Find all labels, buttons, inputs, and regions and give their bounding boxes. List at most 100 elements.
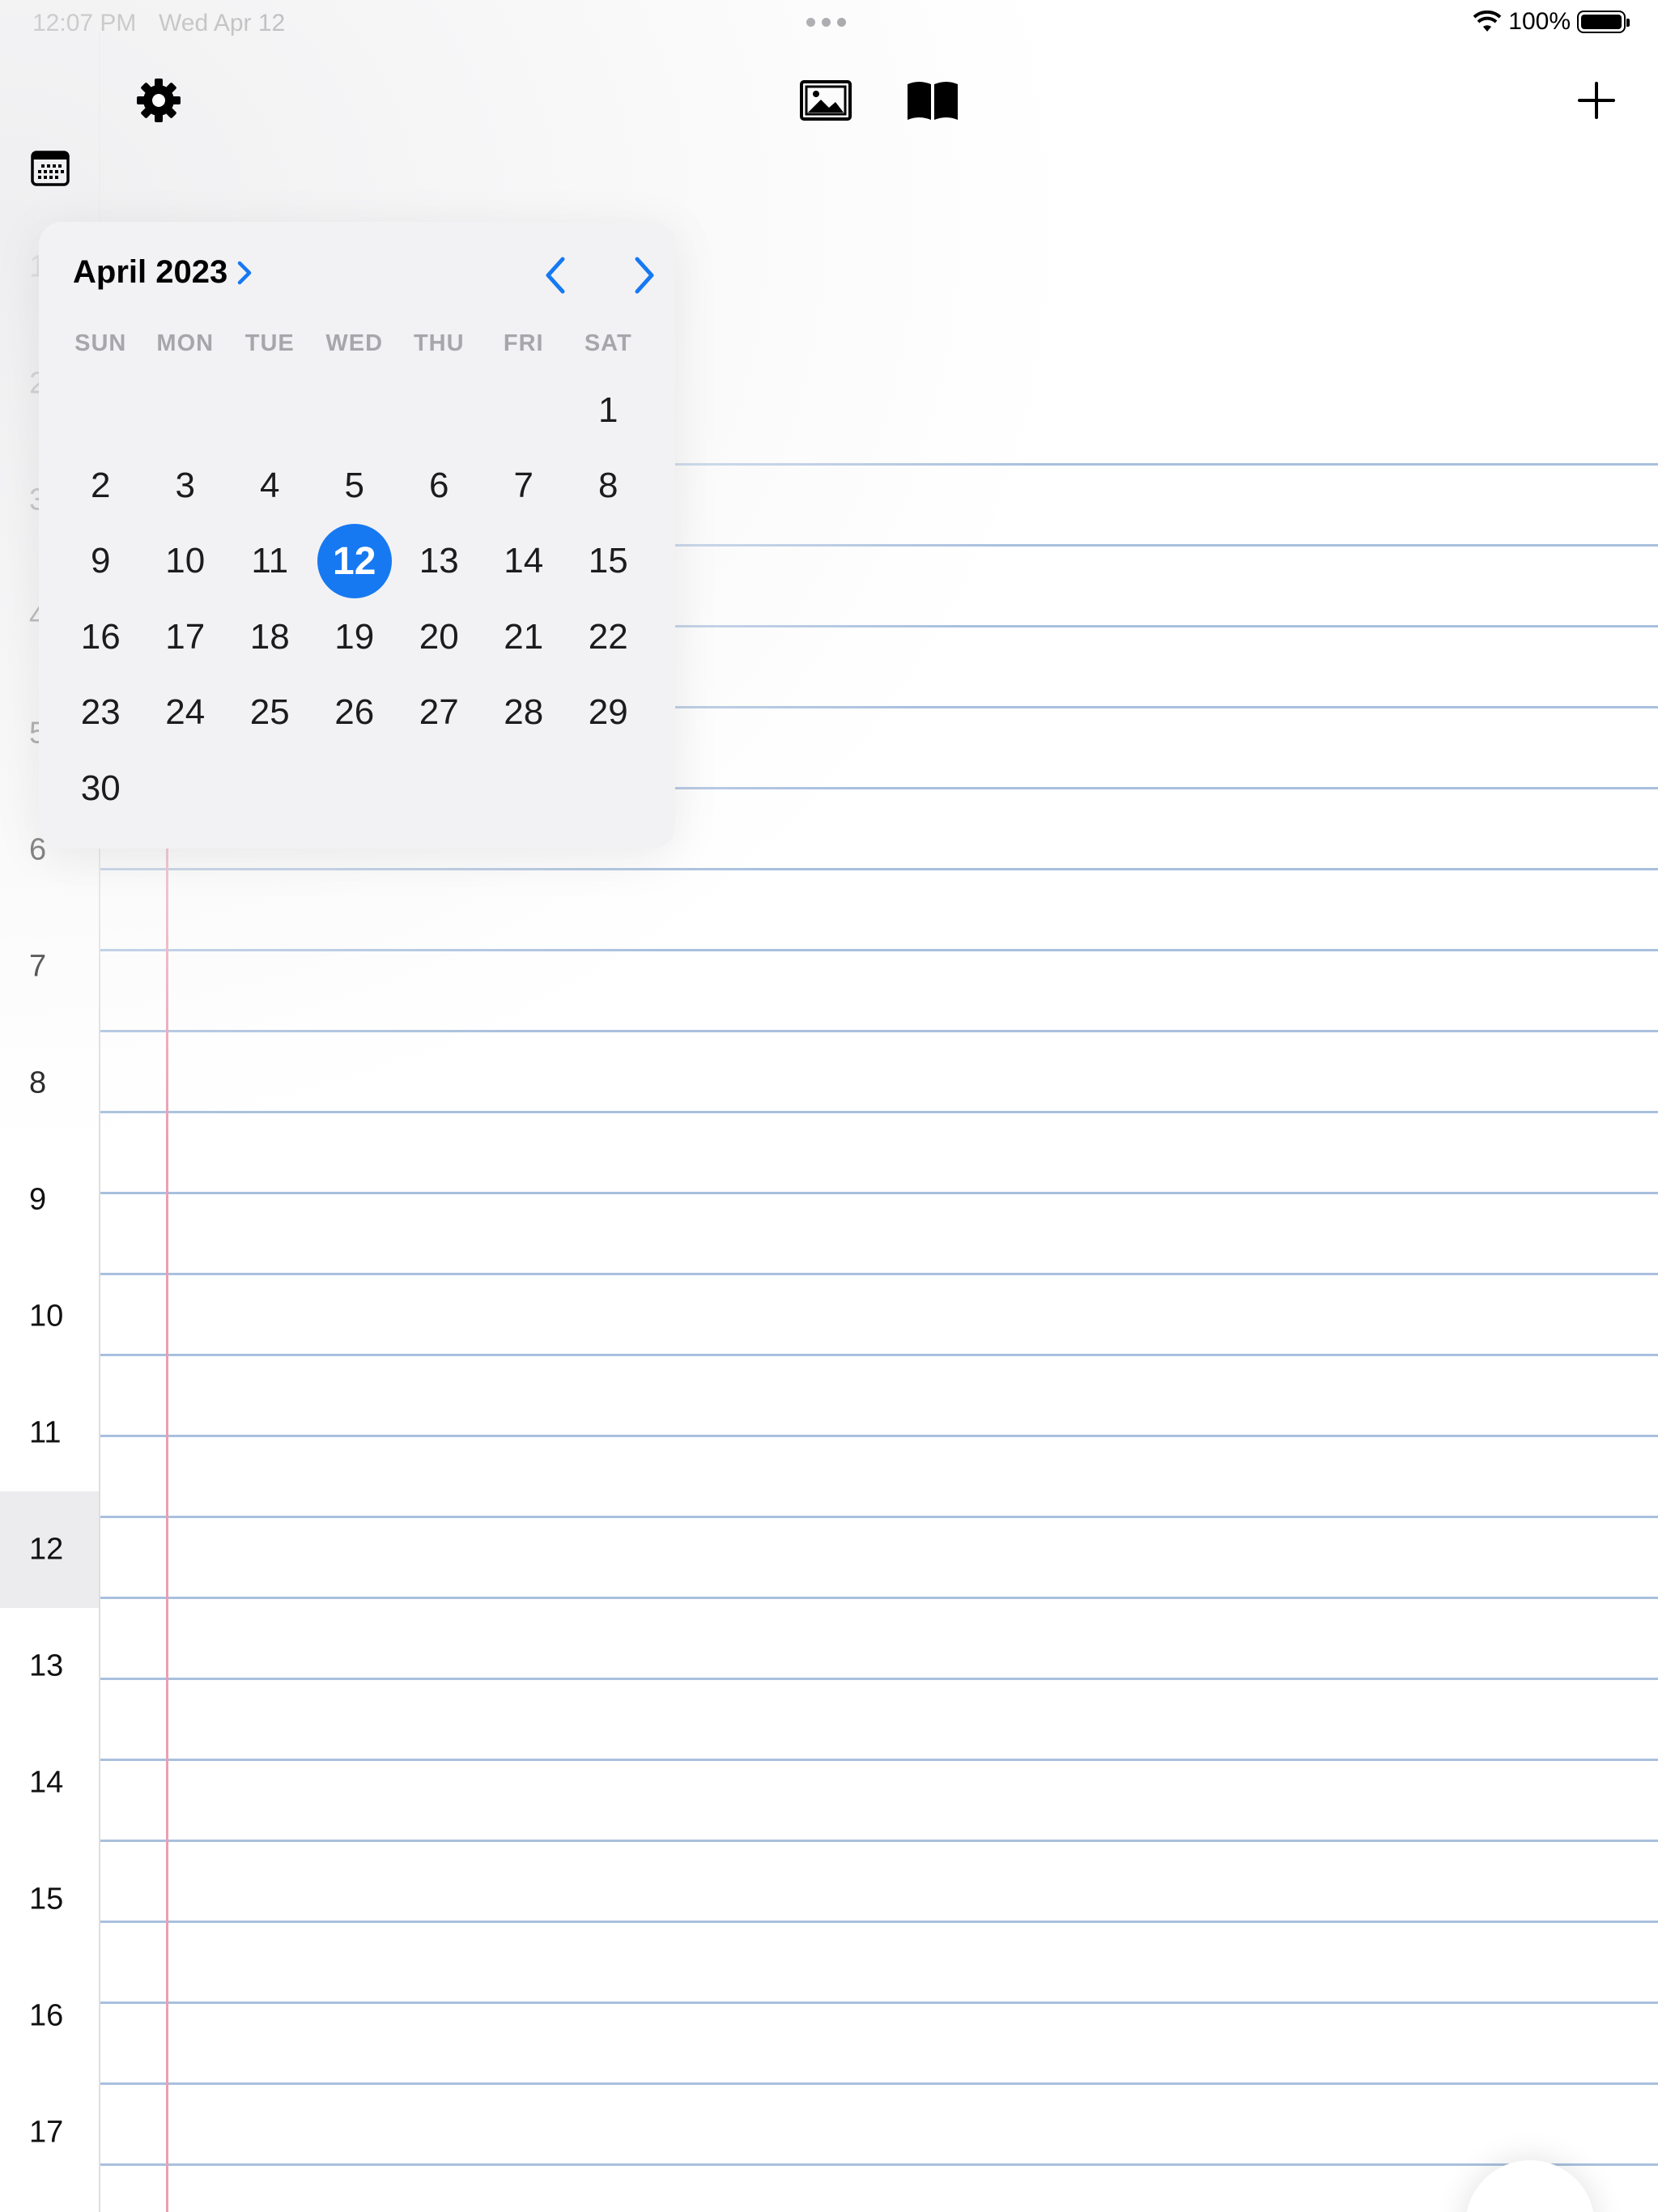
weekday-label: MON	[156, 330, 215, 356]
hour-row[interactable]: 9	[0, 1142, 99, 1258]
calendar-day[interactable]: 18	[227, 599, 312, 674]
day-number: 5	[344, 466, 364, 506]
calendar-day[interactable]: 26	[312, 675, 397, 751]
hour-row[interactable]: 14	[0, 1725, 99, 1841]
day-number: 21	[504, 616, 544, 657]
hour-row[interactable]: 12	[0, 1491, 99, 1608]
previous-month-button[interactable]	[531, 251, 580, 300]
day-number: 12	[317, 524, 392, 599]
empty-day-cell	[397, 372, 482, 448]
day-number: 2	[91, 466, 111, 506]
weekday-header: SUN MON TUE WED THU FRI SAT	[58, 330, 651, 357]
weekday-label: WED	[325, 330, 384, 356]
chevron-right-icon	[237, 261, 252, 284]
day-number: 6	[429, 466, 449, 506]
calendar-day[interactable]: 10	[143, 524, 228, 599]
day-number: 18	[249, 616, 290, 657]
next-month-button[interactable]	[620, 251, 669, 300]
add-button[interactable]	[1567, 71, 1626, 130]
journal-button[interactable]	[900, 71, 965, 130]
calendar-day[interactable]: 4	[227, 448, 312, 523]
hour-row[interactable]: 10	[0, 1258, 99, 1375]
day-number: 29	[588, 692, 628, 733]
weekday-label: SAT	[584, 330, 632, 356]
day-number: 9	[91, 541, 111, 581]
hour-label: 12	[29, 1532, 64, 1567]
day-number: 1	[598, 389, 619, 430]
day-number: 16	[80, 616, 121, 657]
rule-line	[100, 2082, 1658, 2085]
day-number: 11	[251, 541, 289, 581]
month-picker-button[interactable]: April 2023	[73, 254, 253, 291]
settings-button[interactable]	[130, 71, 188, 130]
calendar-day[interactable]: 7	[482, 448, 567, 523]
calendar-day[interactable]: 20	[397, 599, 482, 674]
rule-line	[100, 2163, 1658, 2166]
calendar-day[interactable]: 9	[58, 524, 143, 599]
calendar-day[interactable]: 6	[397, 448, 482, 523]
calendar-day[interactable]: 21	[482, 599, 567, 674]
calendar-day[interactable]: 23	[58, 675, 143, 751]
month-label: April 2023	[73, 254, 228, 290]
book-icon	[908, 82, 958, 120]
day-number: 10	[165, 541, 206, 581]
calendar-day[interactable]: 3	[143, 448, 228, 523]
day-number: 14	[504, 541, 544, 581]
hour-label: 13	[29, 1648, 64, 1683]
insert-photo-button[interactable]	[793, 71, 858, 130]
rule-line	[100, 1435, 1658, 1437]
day-grid: 1 2 3 4 5 6 7 8 9 10 11 12 13 14 15 16 17 18 19 20 21 22 23 24 2…	[58, 372, 651, 826]
day-number: 7	[513, 466, 534, 506]
hour-row[interactable]: 13	[0, 1608, 99, 1725]
hour-row[interactable]: 16	[0, 1958, 99, 2074]
calendar-day[interactable]: 2	[58, 448, 143, 523]
hour-label: 16	[29, 1998, 64, 2033]
hour-row[interactable]: 7	[0, 908, 99, 1025]
calendar-day[interactable]: 17	[143, 599, 228, 674]
day-number: 25	[249, 692, 290, 733]
weekday-label: FRI	[503, 330, 544, 356]
day-number: 27	[419, 692, 459, 733]
rule-line	[100, 868, 1658, 870]
calendar-day[interactable]: 5	[312, 448, 397, 523]
calendar-day[interactable]: 11	[227, 524, 312, 599]
rule-line	[100, 949, 1658, 951]
calendar-day[interactable]: 27	[397, 675, 482, 751]
hour-label: 17	[29, 2115, 64, 2150]
hour-row[interactable]: 15	[0, 1841, 99, 1958]
calendar-day[interactable]: 24	[143, 675, 228, 751]
weekday-label: THU	[413, 330, 465, 356]
calendar-button[interactable]	[28, 146, 73, 191]
weekday-label: SUN	[74, 330, 127, 356]
empty-day-cell	[312, 372, 397, 448]
calendar-day[interactable]: 22	[566, 599, 651, 674]
calendar-day[interactable]: 13	[397, 524, 482, 599]
calendar-day[interactable]: 30	[58, 751, 143, 826]
hour-row[interactable]: 11	[0, 1375, 99, 1491]
calendar-day[interactable]: 28	[482, 675, 567, 751]
empty-day-cell	[227, 372, 312, 448]
calendar-day[interactable]: 19	[312, 599, 397, 674]
rule-line	[100, 1030, 1658, 1032]
day-number: 28	[504, 692, 544, 733]
calendar-day[interactable]: 15	[566, 524, 651, 599]
day-number: 23	[80, 692, 121, 733]
day-number: 30	[80, 768, 121, 808]
calendar-day[interactable]: 8	[566, 448, 651, 523]
empty-day-cell	[482, 372, 567, 448]
day-number: 20	[419, 616, 459, 657]
calendar-day[interactable]: 14	[482, 524, 567, 599]
calendar-day[interactable]: 16	[58, 599, 143, 674]
calendar-day[interactable]: 1	[566, 372, 651, 448]
selected-day[interactable]: 12	[312, 524, 397, 599]
rule-line	[100, 1759, 1658, 1761]
calendar-popover: April 2023 SUN MON TUE WED THU FRI SAT 1234567…	[39, 222, 675, 849]
rule-line	[100, 1678, 1658, 1680]
hour-row[interactable]: 8	[0, 1025, 99, 1142]
hour-row[interactable]: 17	[0, 2074, 99, 2191]
day-number: 8	[598, 466, 619, 506]
calendar-day[interactable]: 29	[566, 675, 651, 751]
calendar-day[interactable]: 25	[227, 675, 312, 751]
photo-icon	[800, 80, 852, 121]
day-number: 4	[260, 466, 280, 506]
